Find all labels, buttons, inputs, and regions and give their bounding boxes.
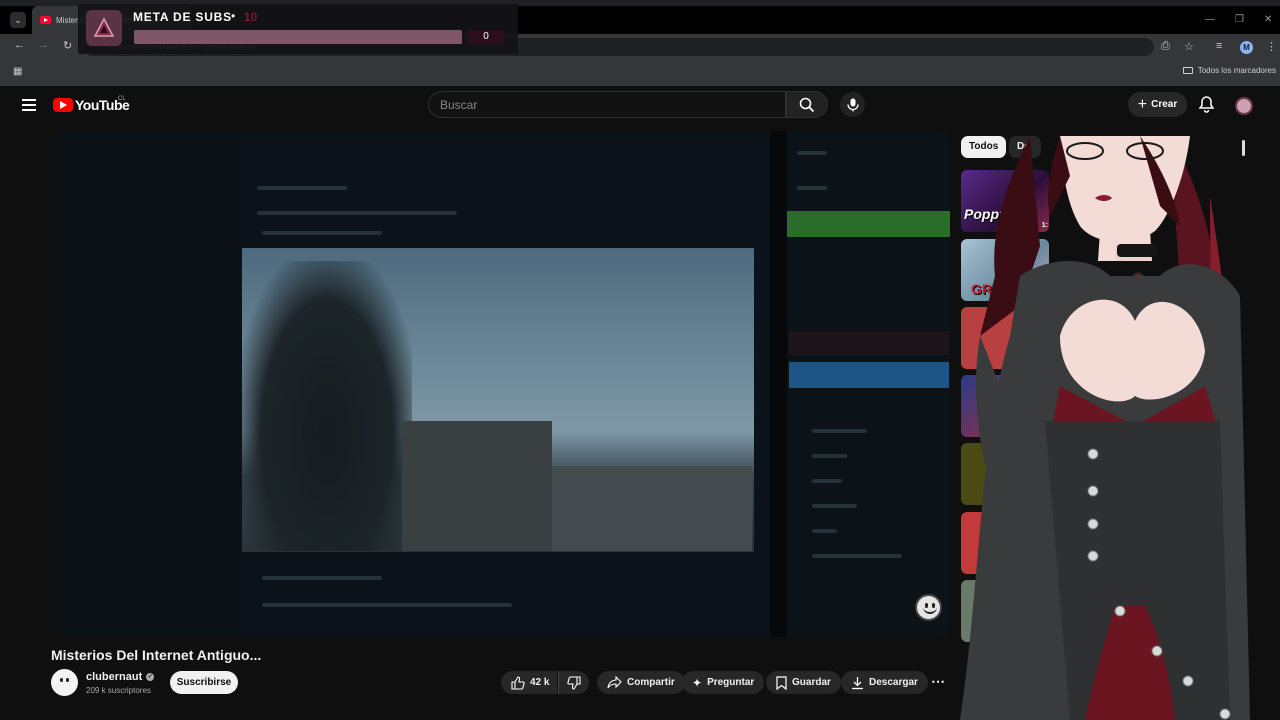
- back-icon[interactable]: ←: [14, 39, 25, 51]
- subs-count: 0: [468, 30, 504, 44]
- hamburger-menu-icon[interactable]: [22, 99, 36, 114]
- overlay-goal: 10: [244, 10, 258, 24]
- overlay-logo: [86, 10, 122, 46]
- search-input[interactable]: Buscar: [428, 91, 786, 118]
- blur-text: [812, 429, 867, 433]
- video-title: Misterios Del Internet Antiguo...: [51, 647, 262, 663]
- bookmark-star-icon[interactable]: ☆: [1184, 40, 1194, 53]
- apps-grid-icon[interactable]: ▦: [13, 66, 22, 77]
- save-label: Guardar: [792, 677, 831, 688]
- blur-text: [812, 529, 837, 533]
- channel-avatar[interactable]: [51, 669, 78, 696]
- share-label: Compartir: [627, 677, 675, 688]
- media-control-icon[interactable]: ≡: [1216, 40, 1222, 52]
- search-button[interactable]: [786, 91, 828, 118]
- subscriber-count: 209 k suscriptores: [86, 686, 151, 695]
- account-avatar[interactable]: [1235, 97, 1253, 115]
- forward-icon[interactable]: →: [38, 39, 49, 51]
- video-frame-tree: [242, 261, 412, 551]
- thumbs-down-icon: [567, 675, 581, 690]
- video-frame-left: [52, 131, 240, 637]
- youtube-favicon-icon: [40, 16, 51, 24]
- create-label: Crear: [1151, 99, 1178, 110]
- download-button[interactable]: Descargar: [841, 671, 928, 694]
- blur-text: [797, 186, 827, 190]
- blur-text: [812, 504, 857, 508]
- microphone-icon: [846, 98, 859, 111]
- blur-text: [262, 231, 382, 235]
- share-icon: [607, 676, 622, 689]
- blur-text: [262, 603, 512, 607]
- create-button[interactable]: + Crear: [1128, 92, 1187, 117]
- download-icon: [852, 676, 863, 689]
- blur-text: [257, 186, 347, 190]
- verified-icon: ✓: [146, 673, 155, 681]
- save-button[interactable]: Guardar: [766, 671, 841, 694]
- youtube-play-icon: [53, 98, 73, 112]
- plus-icon: +: [1137, 95, 1148, 113]
- triangle-logo-icon: [93, 17, 115, 37]
- voice-search-button[interactable]: [840, 92, 865, 117]
- ask-button[interactable]: ✦ Preguntar: [682, 671, 765, 694]
- notifications-button[interactable]: [1198, 96, 1215, 118]
- all-bookmarks-label: Todos los marcadores: [1197, 66, 1276, 75]
- close-window-icon[interactable]: ✕: [1264, 14, 1272, 25]
- sidebar-scrollbar[interactable]: [1242, 140, 1245, 156]
- browser-menu-icon[interactable]: ⋮: [1266, 40, 1277, 53]
- all-bookmarks-button[interactable]: Todos los marcadores: [1182, 66, 1276, 75]
- share-button[interactable]: Compartir: [597, 671, 685, 694]
- video-frame-building: [552, 466, 752, 551]
- bell-icon: [1198, 96, 1215, 113]
- like-button[interactable]: 42 k: [501, 671, 558, 694]
- blur-text: [812, 554, 902, 558]
- ask-label: Preguntar: [707, 677, 755, 688]
- dislike-button[interactable]: [558, 671, 589, 694]
- thumbs-up-icon: [511, 675, 525, 690]
- profile-avatar[interactable]: M: [1240, 41, 1253, 54]
- search-icon: [799, 97, 815, 112]
- country-code: CL: [118, 96, 126, 102]
- subscribe-button[interactable]: Suscribirse: [170, 671, 238, 694]
- channel-name-text: clubernaut: [86, 671, 143, 683]
- blur-text: [797, 151, 827, 155]
- reload-icon[interactable]: ↻: [63, 39, 72, 52]
- restore-icon[interactable]: ❐: [1235, 14, 1244, 25]
- minimize-icon[interactable]: —: [1205, 14, 1215, 25]
- blur-text: [262, 576, 382, 580]
- blur-text: [812, 454, 847, 458]
- subs-goal-overlay: META DE SUBS • 10 0: [78, 4, 518, 54]
- overlay-separator: •: [231, 9, 236, 23]
- bookmarks-bar: [0, 60, 1280, 86]
- tab-search-icon[interactable]: ⌄: [10, 12, 26, 28]
- like-count: 42 k: [530, 677, 550, 688]
- blur-text: [257, 211, 457, 215]
- video-player[interactable]: [52, 131, 950, 637]
- install-app-icon[interactable]: ⎙: [1161, 40, 1170, 53]
- sparkle-icon: ✦: [692, 675, 703, 690]
- video-frame-building: [402, 421, 552, 551]
- subs-progress-bar: [134, 30, 462, 44]
- folder-icon: [1182, 67, 1193, 74]
- overlay-title: META DE SUBS: [133, 10, 232, 24]
- download-label: Descargar: [869, 677, 918, 688]
- bookmark-icon: [776, 675, 787, 690]
- blur-text: [812, 479, 842, 483]
- channel-name[interactable]: clubernaut ✓: [86, 671, 155, 683]
- vtuber-avatar: [960, 136, 1250, 720]
